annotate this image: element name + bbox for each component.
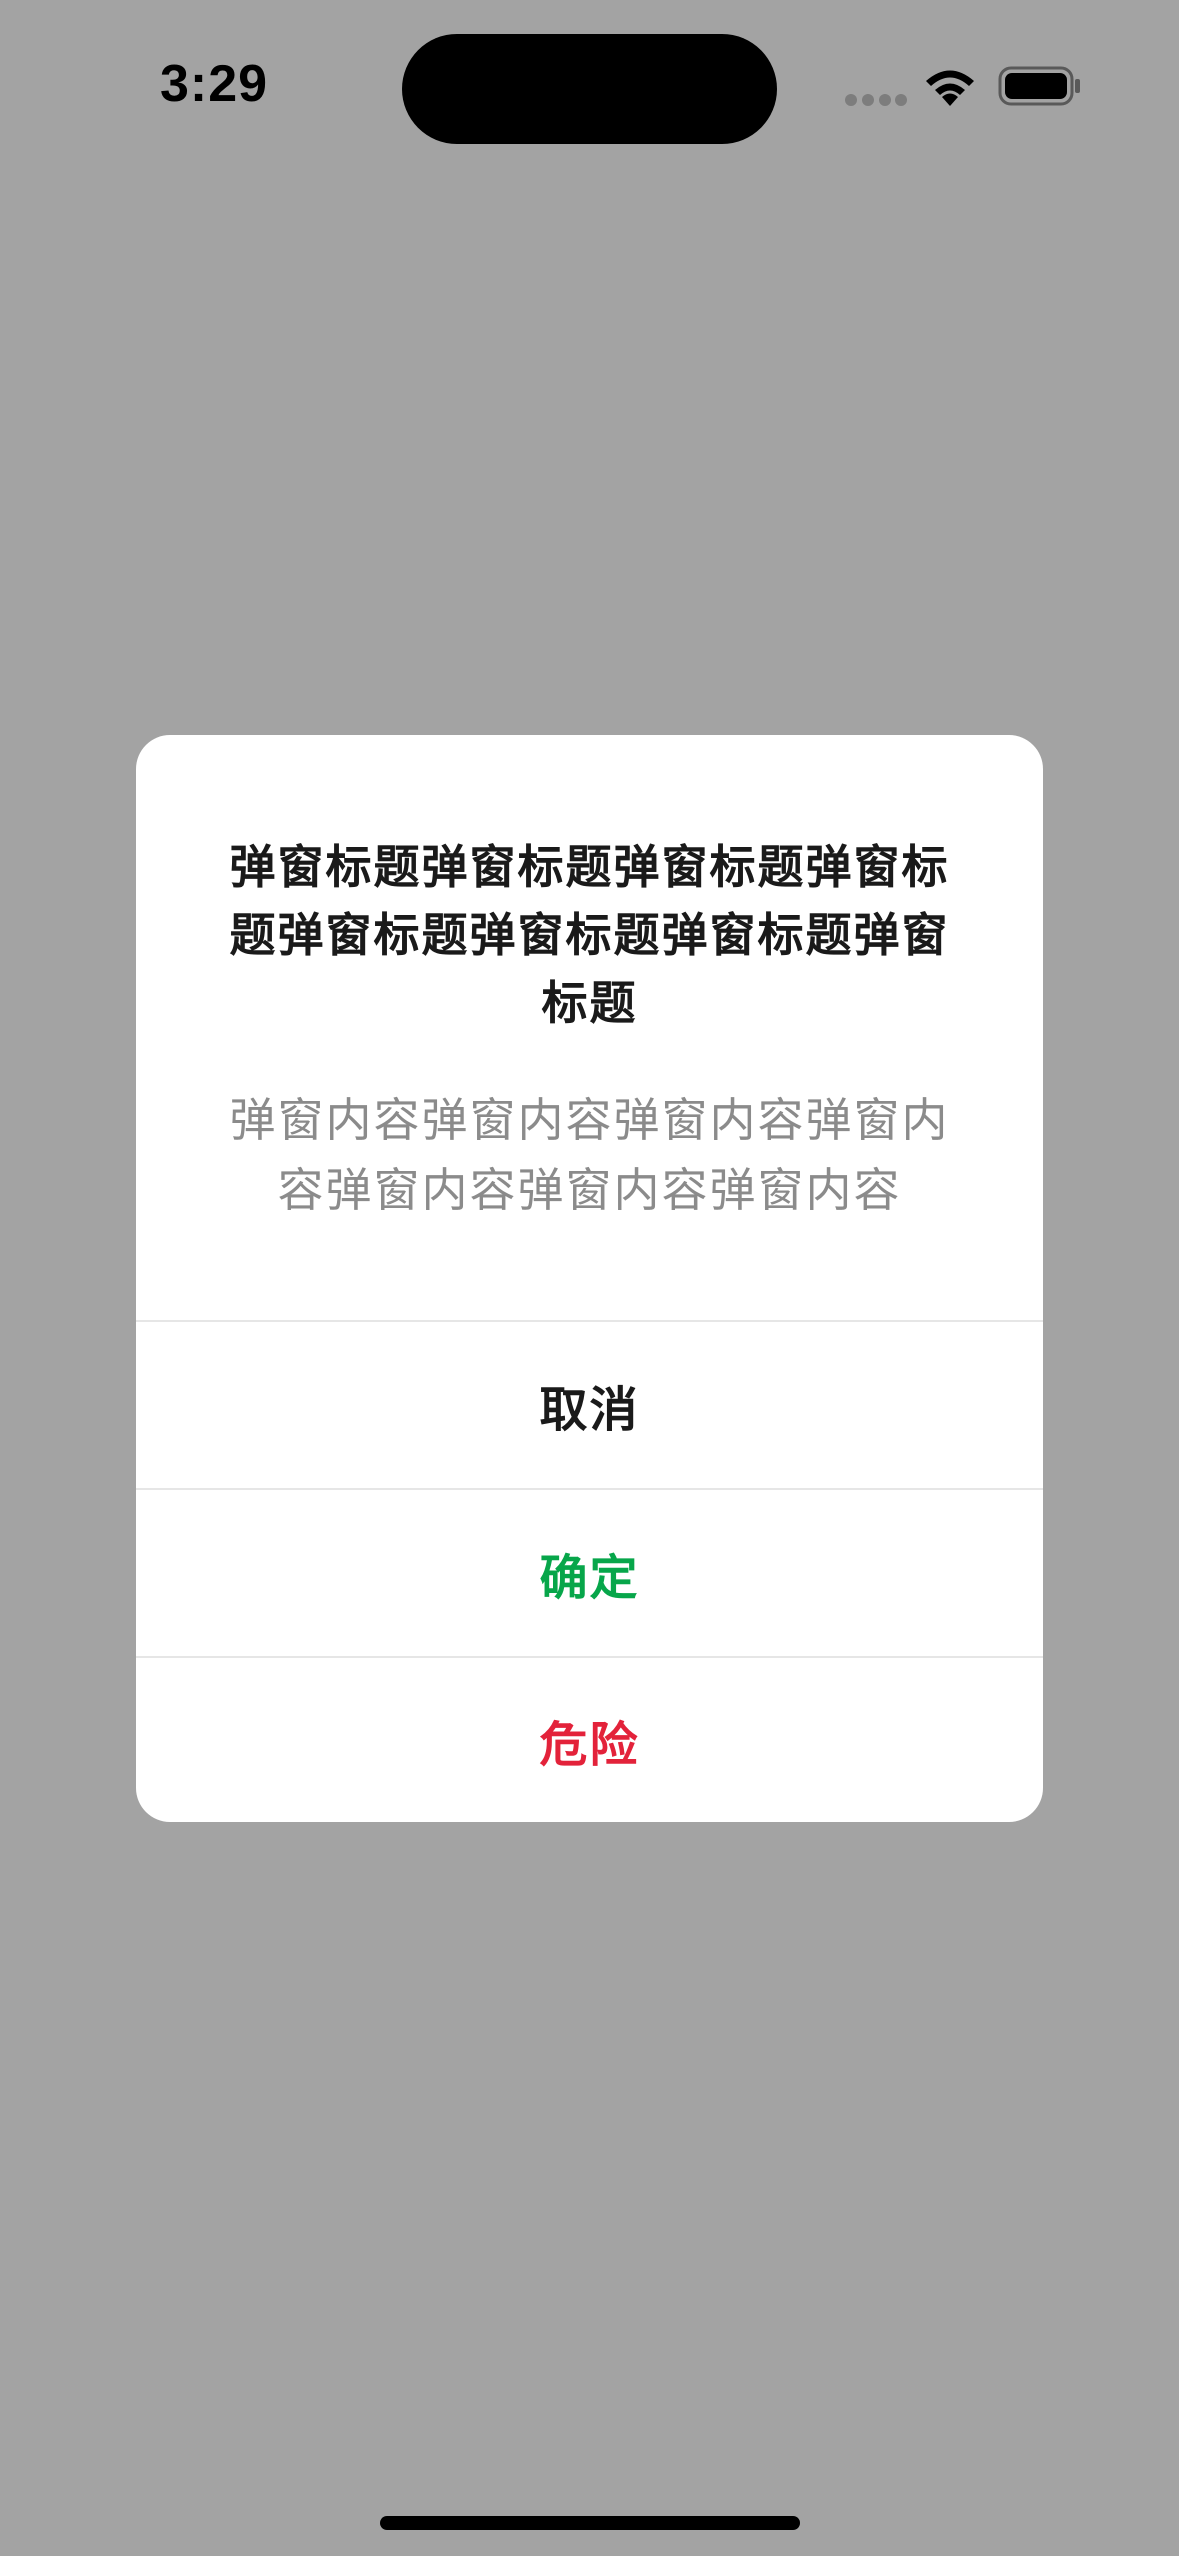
- home-indicator[interactable]: [380, 2516, 800, 2530]
- alert-dialog: 弹窗标题弹窗标题弹窗标题弹窗标题弹窗标题弹窗标题弹窗标题弹窗标题 弹窗内容弹窗内…: [136, 735, 1043, 1822]
- dialog-message: 弹窗内容弹窗内容弹窗内容弹窗内容弹窗内容弹窗内容弹窗内容: [229, 1093, 950, 1217]
- danger-button[interactable]: 危险: [136, 1658, 1043, 1822]
- dialog-body: 弹窗标题弹窗标题弹窗标题弹窗标题弹窗标题弹窗标题弹窗标题弹窗标题 弹窗内容弹窗内…: [136, 735, 1043, 1320]
- dialog-title: 弹窗标题弹窗标题弹窗标题弹窗标题弹窗标题弹窗标题弹窗标题弹窗标题: [229, 840, 950, 1030]
- wifi-icon: [926, 70, 974, 106]
- dynamic-island: [402, 34, 777, 144]
- cancel-button[interactable]: 取消: [136, 1322, 1043, 1488]
- confirm-button[interactable]: 确定: [136, 1490, 1043, 1656]
- signal-icon: [845, 94, 907, 108]
- status-time: 3:29: [160, 55, 269, 113]
- battery-icon: [998, 66, 1080, 106]
- status-bar: 3:29: [0, 0, 1179, 180]
